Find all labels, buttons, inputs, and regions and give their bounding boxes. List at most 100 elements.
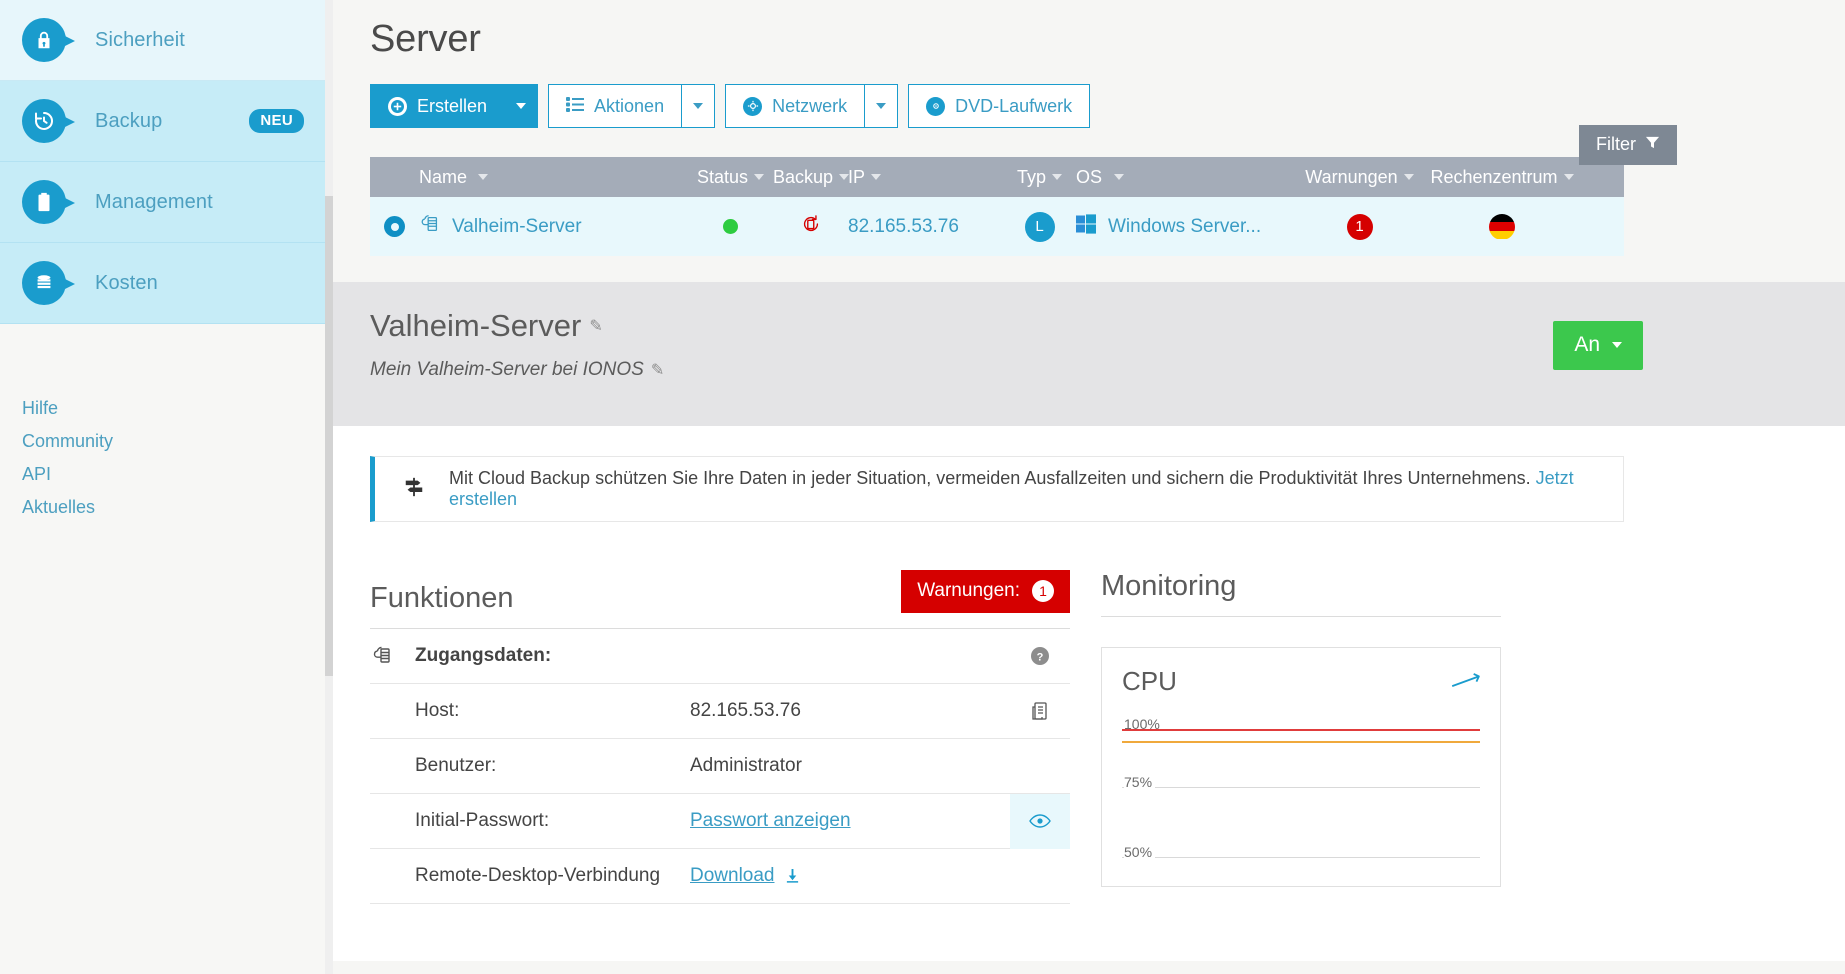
sidebar-item-label: Management — [95, 190, 213, 213]
edit-description-pencil-icon[interactable]: ✎ — [651, 360, 664, 380]
warnungen-label: Warnungen: — [917, 580, 1020, 601]
clipboard-icon — [22, 180, 75, 224]
sidebar-links: Hilfe Community API Aktuelles — [0, 324, 333, 518]
zugangsdaten-section-row: Zugangsdaten: ? — [370, 629, 1070, 684]
column-header-warnungen[interactable]: Warnungen — [1291, 167, 1428, 188]
sidebar-scrollbar-thumb[interactable] — [325, 196, 333, 676]
gridline-50 — [1122, 857, 1480, 858]
monitoring-panel: Monitoring CPU ⟶ 100% 75% 50% — [1101, 570, 1501, 904]
power-state-button[interactable]: An — [1553, 321, 1643, 370]
detail-server-description: Mein Valheim-Server bei IONOS — [370, 359, 644, 380]
network-button-group: Netzwerk — [725, 84, 899, 128]
cloud-backup-notice: Mit Cloud Backup schützen Sie Ihre Daten… — [370, 456, 1624, 522]
column-header-status[interactable]: Status — [687, 167, 774, 188]
create-button[interactable]: Erstellen — [370, 84, 506, 128]
windows-logo-icon — [1076, 213, 1096, 240]
network-button[interactable]: Netzwerk — [725, 84, 866, 128]
host-value: 82.165.53.76 — [690, 700, 801, 721]
sidebar-item-label: Backup — [95, 109, 163, 132]
eye-icon[interactable] — [1010, 793, 1070, 849]
create-dropdown-toggle[interactable] — [505, 84, 539, 128]
zugangsdaten-help-icon[interactable]: ? — [1010, 629, 1070, 684]
gridline-label-75: 75% — [1124, 774, 1156, 790]
row-server-name: Valheim-Server — [452, 215, 582, 237]
credentials-icon — [370, 644, 415, 668]
credential-row-initial-passwort: Initial-Passwort: Passwort anzeigen — [370, 793, 1070, 849]
column-label: IP — [848, 166, 866, 187]
network-icon — [743, 96, 763, 116]
list-icon — [566, 96, 585, 117]
funktionen-header: Funktionen Warnungen: 1 — [370, 570, 1070, 629]
actions-button[interactable]: Aktionen — [548, 84, 683, 128]
show-password-link[interactable]: Passwort anzeigen — [690, 810, 851, 831]
sort-caret-icon — [1563, 174, 1574, 180]
download-icon[interactable] — [780, 865, 800, 886]
detail-server-name: Valheim-Server — [370, 308, 582, 343]
row-status-cell — [687, 219, 774, 234]
row-backup-cell[interactable] — [774, 213, 848, 241]
sort-caret-icon — [1052, 174, 1062, 180]
row-ip-cell: 82.165.53.76 — [848, 215, 959, 237]
credential-row-remote-desktop: Remote-Desktop-Verbindung Download — [370, 849, 1070, 904]
table-row[interactable]: Valheim-Server 82.165.53.76 L Windows Se… — [370, 197, 1624, 256]
dvd-drive-button[interactable]: DVD-Laufwerk — [908, 84, 1091, 128]
sort-caret-icon — [1403, 174, 1414, 180]
warning-count-badge: 1 — [1346, 213, 1373, 240]
detail-content: Mit Cloud Backup schützen Sie Ihre Daten… — [333, 426, 1845, 961]
sort-caret-icon — [478, 174, 489, 180]
benutzer-label: Benutzer: — [415, 755, 497, 776]
sidebar-link-community[interactable]: Community — [22, 431, 113, 452]
dvd-drive-button-label: DVD-Laufwerk — [955, 95, 1073, 116]
chevron-down-icon — [693, 103, 704, 109]
edit-name-pencil-icon[interactable]: ✎ — [589, 316, 602, 336]
sidebar-item-kosten[interactable]: Kosten — [0, 243, 333, 324]
page-title: Server — [370, 18, 481, 60]
sidebar-badge-neu: NEU — [249, 109, 304, 133]
signpost-icon — [403, 476, 425, 503]
copy-icon[interactable] — [1010, 684, 1070, 739]
warnungen-button[interactable]: Warnungen: 1 — [901, 570, 1070, 613]
initial-passwort-label: Initial-Passwort: — [415, 810, 550, 831]
funktionen-panel: Funktionen Warnungen: 1 Zugangsdaten: ? … — [370, 570, 1070, 904]
column-header-ip[interactable]: IP — [848, 167, 1003, 188]
zugangsdaten-label: Zugangsdaten: — [415, 645, 552, 666]
column-header-backup[interactable]: Backup — [773, 167, 850, 188]
monitoring-title: Monitoring — [1101, 570, 1237, 602]
flag-de-icon — [1489, 213, 1515, 240]
row-warnungen-cell[interactable]: 1 — [1291, 213, 1428, 240]
toolbar: Erstellen Aktionen Netzwerk DVD-Laufwerk — [333, 61, 1845, 128]
sidebar-item-sicherheit[interactable]: Sicherheit — [0, 0, 333, 81]
host-label: Host: — [415, 700, 460, 721]
sidebar-link-api[interactable]: API — [22, 464, 51, 485]
row-name-cell[interactable]: Valheim-Server — [419, 213, 687, 241]
column-label: Name — [419, 166, 468, 187]
sidebar-scrollbar-track[interactable] — [325, 0, 333, 974]
row-os-label: Windows Server... — [1108, 215, 1262, 237]
sort-caret-icon — [1114, 174, 1125, 180]
actions-dropdown-toggle[interactable] — [682, 84, 716, 128]
sidebar-item-backup[interactable]: Backup NEU — [0, 81, 333, 162]
column-header-os[interactable]: OS — [1076, 167, 1291, 188]
sidebar-item-management[interactable]: Management — [0, 162, 333, 243]
filter-button[interactable]: Filter — [1579, 125, 1677, 165]
sidebar-link-hilfe[interactable]: Hilfe — [22, 398, 58, 419]
credential-row-host: Host: 82.165.53.76 — [370, 684, 1070, 739]
actions-button-group: Aktionen — [548, 84, 716, 128]
sidebar-link-aktuelles[interactable]: Aktuelles — [22, 497, 95, 518]
server-icon — [419, 213, 441, 241]
column-header-rechenzentrum[interactable]: Rechenzentrum — [1428, 167, 1576, 188]
row-radio-cell[interactable] — [370, 216, 419, 237]
benutzer-value: Administrator — [690, 755, 802, 776]
series-cpu-max — [1122, 729, 1480, 731]
sort-caret-icon — [871, 174, 882, 180]
network-dropdown-toggle[interactable] — [865, 84, 899, 128]
column-header-name[interactable]: Name — [419, 167, 687, 188]
backup-clock-icon — [22, 99, 75, 143]
chevron-down-icon — [876, 103, 887, 109]
radio-selected-icon[interactable] — [384, 216, 405, 237]
series-cpu-avg — [1122, 741, 1480, 743]
column-label: Typ — [1016, 166, 1046, 187]
app-screen: Sicherheit Backup NEU Management Kosten … — [0, 0, 1845, 974]
column-header-typ[interactable]: Typ — [1003, 167, 1076, 188]
download-link[interactable]: Download — [690, 865, 775, 886]
